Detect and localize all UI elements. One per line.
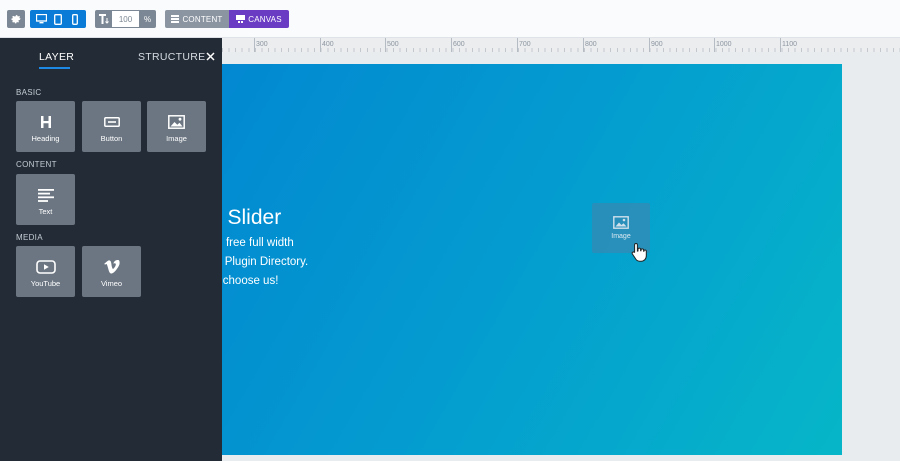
ruler-tick bbox=[649, 38, 650, 52]
tile-label: Image bbox=[166, 134, 187, 143]
desktop-view-button[interactable] bbox=[34, 12, 48, 26]
tab-layer[interactable]: LAYER bbox=[39, 51, 74, 63]
layer-panel: LAYER STRUCTURE BASIC Heading Button Ima… bbox=[0, 38, 222, 461]
active-tab-indicator bbox=[39, 67, 70, 69]
slide-heading[interactable]: n Slider bbox=[222, 206, 281, 230]
settings-gear-button[interactable] bbox=[7, 10, 25, 28]
mobile-icon bbox=[71, 13, 78, 25]
editor-canvas: n Slider ed free full width ss Plugin Di… bbox=[222, 52, 900, 461]
vimeo-icon bbox=[102, 258, 122, 276]
heading-icon bbox=[36, 113, 56, 131]
close-icon bbox=[205, 51, 215, 61]
device-switcher bbox=[30, 10, 86, 28]
tile-label: Vimeo bbox=[100, 279, 123, 288]
layer-button-tile[interactable]: Button bbox=[82, 101, 141, 152]
content-mode-button[interactable]: CONTENT bbox=[165, 10, 229, 28]
canvas-mode-button[interactable]: CANVAS bbox=[229, 10, 289, 28]
slide-text-line[interactable]: rs choose us! bbox=[222, 275, 278, 287]
tile-label: YouTube bbox=[30, 279, 61, 288]
tab-structure[interactable]: STRUCTURE bbox=[138, 51, 205, 63]
section-basic-title: BASIC bbox=[16, 88, 42, 97]
ruler-label: 300 bbox=[256, 41, 268, 48]
youtube-icon bbox=[35, 258, 56, 276]
ruler-label: 400 bbox=[322, 41, 334, 48]
slide-text-line[interactable]: ss Plugin Directory. bbox=[222, 256, 308, 268]
panel-tabs: LAYER STRUCTURE bbox=[0, 38, 222, 76]
horizontal-ruler: 300 400 500 600 700 800 900 1000 1100 bbox=[222, 38, 900, 52]
section-media-title: MEDIA bbox=[16, 233, 43, 242]
text-size-icon bbox=[97, 11, 111, 27]
canvas-icon bbox=[236, 15, 246, 23]
tile-label: Button bbox=[100, 134, 123, 143]
button-icon bbox=[102, 113, 122, 131]
content-icon bbox=[171, 15, 180, 23]
font-size-control: 100 % bbox=[95, 10, 156, 28]
tile-label: Text bbox=[38, 207, 53, 216]
ruler-tick bbox=[320, 38, 321, 52]
tablet-view-button[interactable] bbox=[51, 12, 65, 26]
slide[interactable]: n Slider ed free full width ss Plugin Di… bbox=[222, 64, 842, 455]
slide-text-line[interactable]: ed free full width bbox=[222, 237, 294, 249]
layer-heading-tile[interactable]: Heading bbox=[16, 101, 75, 152]
layer-image-tile[interactable]: Image bbox=[147, 101, 206, 152]
tablet-icon bbox=[54, 13, 62, 25]
ruler-tick bbox=[517, 38, 518, 52]
text-icon bbox=[36, 186, 56, 204]
layer-youtube-tile[interactable]: YouTube bbox=[16, 246, 75, 297]
tile-label: Heading bbox=[31, 134, 60, 143]
layer-text-tile[interactable]: Text bbox=[16, 174, 75, 225]
section-content-title: CONTENT bbox=[16, 160, 57, 169]
ruler-label: 1000 bbox=[716, 41, 732, 48]
ruler-label: 800 bbox=[585, 41, 597, 48]
ruler-tick bbox=[254, 38, 255, 52]
ruler-label: 900 bbox=[651, 41, 663, 48]
layer-vimeo-tile[interactable]: Vimeo bbox=[82, 246, 141, 297]
ruler-tick bbox=[385, 38, 386, 52]
ruler-label: 600 bbox=[453, 41, 465, 48]
ruler-tick bbox=[451, 38, 452, 52]
mobile-view-button[interactable] bbox=[68, 12, 82, 26]
image-icon bbox=[167, 113, 187, 131]
content-mode-label: CONTENT bbox=[182, 14, 223, 24]
desktop-icon bbox=[35, 14, 47, 24]
image-icon bbox=[613, 216, 629, 229]
dragging-image-label: Image bbox=[611, 233, 631, 240]
top-toolbar: 100 % CONTENT CANVAS bbox=[0, 0, 900, 38]
canvas-mode-label: CANVAS bbox=[248, 14, 282, 24]
ruler-tick bbox=[714, 38, 715, 52]
ruler-label: 500 bbox=[387, 41, 399, 48]
font-size-input[interactable]: 100 bbox=[112, 11, 139, 27]
ruler-tick bbox=[583, 38, 584, 52]
gear-icon bbox=[11, 15, 21, 24]
ruler-label: 700 bbox=[519, 41, 531, 48]
hand-cursor-icon bbox=[631, 242, 647, 262]
ruler-label: 1100 bbox=[782, 41, 798, 48]
ruler-tick bbox=[780, 38, 781, 52]
font-size-unit: % bbox=[143, 14, 152, 24]
panel-close-button[interactable] bbox=[204, 50, 216, 62]
